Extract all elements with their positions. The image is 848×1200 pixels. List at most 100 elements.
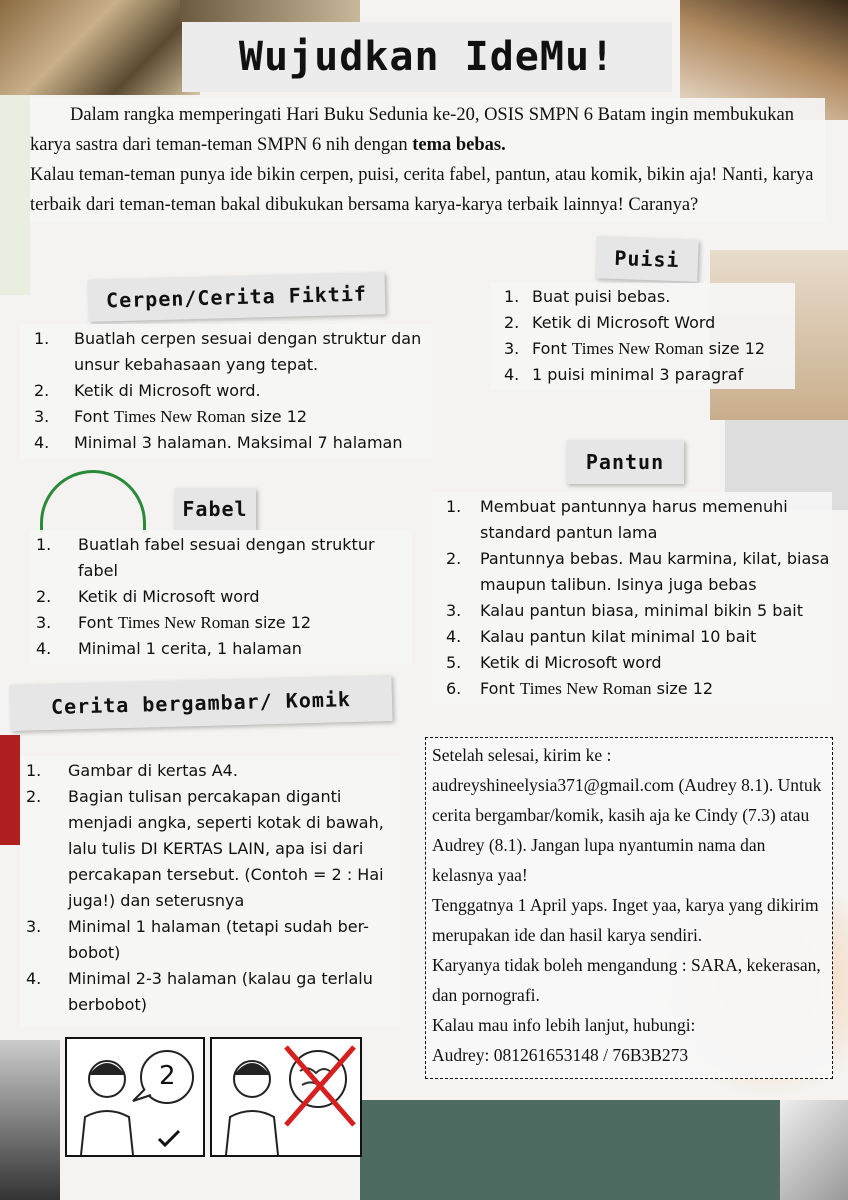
books-photo bbox=[0, 0, 200, 95]
item-number: 1. bbox=[504, 287, 520, 306]
item-text: size 12 bbox=[703, 339, 766, 358]
intro-line2: Kalau teman-teman punya ide bikin cerpen… bbox=[30, 165, 814, 215]
fabel-heading: Fabel bbox=[174, 488, 256, 530]
rules-line: Karyanya tidak boleh mengandung : SARA, … bbox=[432, 955, 821, 1005]
item-number: 3. bbox=[34, 407, 50, 426]
item-text: Ketik di Microsoft word. bbox=[74, 381, 261, 400]
cerpen-heading: Cerpen/Cerita Fiktif bbox=[87, 272, 386, 322]
puisi-heading: Puisi bbox=[595, 236, 699, 282]
newspaper-photo bbox=[0, 1040, 60, 1200]
item-text: Font bbox=[532, 339, 572, 358]
item-number: 6. bbox=[446, 679, 462, 698]
puisi-list: 1. Buat puisi bebas. 2. Ketik di Microsoft… bbox=[490, 283, 795, 389]
list-item: 5. Ketik di Microsoft word bbox=[432, 650, 832, 676]
font-name: Times New Roman bbox=[571, 339, 704, 358]
comic-example-wrong bbox=[210, 1037, 362, 1157]
item-number: 3. bbox=[504, 339, 520, 358]
item-number: 2. bbox=[446, 549, 462, 568]
item-text: size 12 bbox=[651, 679, 714, 698]
item-number: 2. bbox=[26, 787, 42, 806]
item-text: Buat puisi bebas. bbox=[532, 287, 671, 306]
item-text: Pantunnya bebas. Mau karmina, kilat, bia… bbox=[480, 549, 830, 594]
item-number: 4. bbox=[34, 433, 50, 452]
item-number: 2. bbox=[36, 587, 52, 606]
list-item: 2. Ketik di Microsoft Word bbox=[490, 310, 795, 336]
list-item: 4. Kalau pantun kilat minimal 10 bait bbox=[432, 624, 832, 650]
list-item: 2. Ketik di Microsoft word bbox=[30, 584, 412, 610]
font-name: Times New Roman bbox=[117, 613, 250, 632]
lightbulb-drawing bbox=[40, 470, 146, 533]
item-number: 4. bbox=[26, 969, 42, 988]
komik-list: 1. Gambar di kertas A4. 2. Bagian tulisan … bbox=[20, 756, 400, 1026]
item-text: Font bbox=[74, 407, 114, 426]
item-number: 4. bbox=[504, 365, 520, 384]
pencil-photo bbox=[180, 0, 360, 22]
item-number: 3. bbox=[36, 613, 52, 632]
list-item: 3. Kalau pantun biasa, minimal bikin 5 ba… bbox=[432, 598, 832, 624]
item-number: 1. bbox=[34, 329, 50, 348]
pantun-list: 1. Membuat pantunnya harus memenuhi stand… bbox=[432, 492, 832, 704]
item-number: 3. bbox=[446, 601, 462, 620]
item-text: Minimal 1 halaman (tetapi sudah ber-bobo… bbox=[68, 917, 369, 962]
cerpen-list: 1. Buatlah cerpen sesuai dengan struktur … bbox=[20, 324, 432, 458]
item-text: Membuat pantunnya harus memenuhi standar… bbox=[480, 497, 788, 542]
item-text: Kalau pantun kilat minimal 10 bait bbox=[480, 627, 757, 646]
item-number: 3. bbox=[26, 917, 42, 936]
contact-label: Kalau mau info lebih lanjut, hubungi: bbox=[432, 1015, 696, 1035]
item-number: 4. bbox=[446, 627, 462, 646]
list-item: 1. Membuat pantunnya harus memenuhi stand… bbox=[432, 494, 832, 546]
item-number: 2. bbox=[34, 381, 50, 400]
person-with-bubble-icon bbox=[80, 1050, 194, 1156]
item-text: Buatlah cerpen sesuai dengan struktur da… bbox=[74, 329, 422, 374]
item-number: 1. bbox=[26, 761, 42, 780]
bottom-green-panel bbox=[360, 1100, 780, 1200]
item-text: Ketik di Microsoft word bbox=[78, 587, 260, 606]
item-number: 1. bbox=[446, 497, 462, 516]
title-banner: Wujudkan IdeMu! bbox=[182, 22, 672, 92]
item-text: Buatlah fabel sesuai dengan struktur fab… bbox=[78, 535, 375, 580]
list-item: 6. Font Times New Roman size 12 bbox=[432, 676, 832, 702]
pen-bottom-photo bbox=[780, 1100, 848, 1200]
submit-email-line: audreyshineelysia371@gmail.com (Audrey 8… bbox=[432, 775, 822, 885]
bubble-number: 2 bbox=[159, 1061, 176, 1091]
list-item: 1. Buatlah cerpen sesuai dengan struktur … bbox=[20, 326, 432, 378]
list-item: 3. Font Times New Roman size 12 bbox=[490, 336, 795, 362]
item-text: Font bbox=[78, 613, 118, 632]
intro-text: Dalam rangka memperingati Hari Buku Sedu… bbox=[30, 98, 825, 222]
crossed-out-bubble-icon bbox=[225, 1045, 356, 1156]
pantun-heading: Pantun bbox=[566, 440, 684, 484]
list-item: 4. 1 puisi minimal 3 paragraf bbox=[490, 362, 795, 388]
fabel-list: 1. Buatlah fabel sesuai dengan struktur f… bbox=[30, 530, 412, 664]
submission-info: Setelah selesai, kirim ke : audreyshinee… bbox=[425, 737, 833, 1079]
list-item: 3. Font Times New Roman size 12 bbox=[30, 610, 412, 636]
list-item: 2. Bagian tulisan percakapan diganti menj… bbox=[20, 784, 400, 914]
list-item: 2. Pantunnya bebas. Mau karmina, kilat, b… bbox=[432, 546, 832, 598]
font-name: Times New Roman bbox=[113, 407, 246, 426]
item-number: 1. bbox=[36, 535, 52, 554]
list-item: 4. Minimal 2-3 halaman (kalau ga terlalu … bbox=[20, 966, 400, 1018]
item-text: Kalau pantun biasa, minimal bikin 5 bait bbox=[480, 601, 803, 620]
item-text: Gambar di kertas A4. bbox=[68, 761, 238, 780]
item-text: size 12 bbox=[245, 407, 308, 426]
list-item: 1. Buat puisi bebas. bbox=[490, 284, 795, 310]
contact-line: Audrey: 081261653148 / 76B3B273 bbox=[432, 1045, 689, 1065]
item-text: size 12 bbox=[249, 613, 312, 632]
komik-heading: Cerita bergambar/ Komik bbox=[9, 675, 393, 731]
item-text: Minimal 3 halaman. Maksimal 7 halaman bbox=[74, 433, 403, 452]
list-item: 1. Gambar di kertas A4. bbox=[20, 758, 400, 784]
list-item: 4. Minimal 3 halaman. Maksimal 7 halaman bbox=[20, 430, 432, 456]
item-text: Bagian tulisan percakapan diganti menjad… bbox=[68, 787, 384, 910]
page-title: Wujudkan IdeMu! bbox=[238, 34, 616, 80]
comic-example-correct: 2 bbox=[65, 1037, 205, 1157]
item-number: 2. bbox=[504, 313, 520, 332]
deadline-line: Tenggatnya 1 April yaps. Inget yaa, kary… bbox=[432, 895, 819, 945]
list-item: 3. Font Times New Roman size 12 bbox=[20, 404, 432, 430]
submit-line: Setelah selesai, kirim ke : bbox=[432, 745, 612, 765]
item-text: Ketik di Microsoft Word bbox=[532, 313, 716, 332]
list-item: 4. Minimal 1 cerita, 1 halaman bbox=[30, 636, 412, 662]
item-text: Minimal 1 cerita, 1 halaman bbox=[78, 639, 302, 658]
writing-collage bbox=[0, 95, 30, 295]
intro-bold: tema bebas. bbox=[412, 135, 506, 155]
item-number: 4. bbox=[36, 639, 52, 658]
item-text: 1 puisi minimal 3 paragraf bbox=[532, 365, 744, 384]
